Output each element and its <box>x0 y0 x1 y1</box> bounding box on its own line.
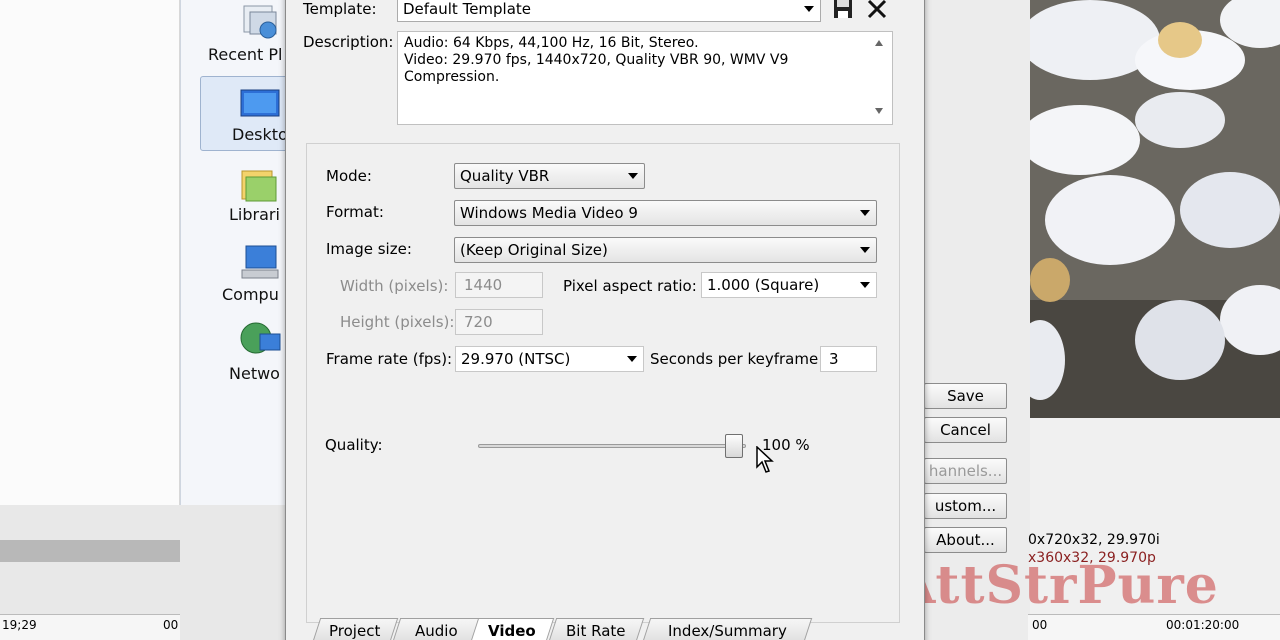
quality-slider-track[interactable] <box>478 444 746 448</box>
template-value: Default Template <box>403 0 532 18</box>
save-template-icon[interactable] <box>832 0 854 20</box>
chevron-down-icon <box>860 247 870 253</box>
left-timeline-ruler: 19;29 00 <box>0 614 180 640</box>
left-scrollbar-strip[interactable] <box>0 540 180 562</box>
tab-bit-rate[interactable]: Bit Rate <box>547 618 645 640</box>
format-dropdown[interactable]: Windows Media Video 9 <box>454 200 877 226</box>
right-ruler-start: 00 <box>1032 618 1048 632</box>
pixel-aspect-value: 1.000 (Square) <box>707 276 820 294</box>
height-input[interactable]: 720 <box>455 309 543 335</box>
libraries-icon <box>241 170 277 202</box>
description-box[interactable]: Audio: 64 Kbps, 44,100 Hz, 16 Bit, Stere… <box>397 31 893 125</box>
save-button[interactable]: Save <box>924 383 1007 409</box>
image-size-dropdown[interactable]: (Keep Original Size) <box>454 237 877 263</box>
height-label: Height (pixels): <box>340 313 455 331</box>
about-button[interactable]: About... <box>924 527 1007 553</box>
nav-item-libraries[interactable]: Librari <box>229 205 280 224</box>
left-timecode: 19;29 <box>2 618 37 632</box>
description-label: Description: <box>303 33 394 51</box>
description-line: Video: 29.970 fps, 1440x720, Quality VBR… <box>404 52 789 68</box>
width-label: Width (pixels): <box>340 277 449 295</box>
desktop-icon <box>240 89 280 117</box>
frame-rate-value: 29.970 (NTSC) <box>461 350 571 368</box>
channels-button[interactable]: hannels... <box>924 458 1007 484</box>
format-value: Windows Media Video 9 <box>460 204 638 222</box>
frame-rate-label: Frame rate (fps): <box>326 350 453 368</box>
image-size-value: (Keep Original Size) <box>460 241 608 259</box>
computer-icon <box>241 245 279 279</box>
mode-value: Quality VBR <box>460 167 550 185</box>
left-timecode-2: 00 <box>163 618 179 632</box>
file-list-pane <box>0 0 180 505</box>
tab-index-summary[interactable]: Index/Summary <box>641 618 813 640</box>
recent-places-icon <box>243 5 277 39</box>
nav-item-desktop[interactable]: Deskto <box>232 125 288 144</box>
watermark-text: AttStrPure <box>895 555 1219 616</box>
template-combo[interactable]: Default Template <box>397 0 821 22</box>
mode-label: Mode: <box>326 167 372 185</box>
quality-slider-thumb[interactable] <box>725 434 743 458</box>
frame-rate-dropdown[interactable]: 29.970 (NTSC) <box>455 346 644 372</box>
tab-strip: Project Audio Video Bit Rate Index/Summa… <box>306 618 900 640</box>
cancel-button[interactable]: Cancel <box>924 417 1007 443</box>
keyframe-label: Seconds per keyframe: <box>650 350 824 368</box>
image-size-label: Image size: <box>326 240 412 258</box>
delete-template-icon[interactable] <box>866 0 888 20</box>
mouse-cursor-icon <box>756 446 774 473</box>
keyframe-input[interactable]: 3 <box>820 346 877 372</box>
quality-label: Quality: <box>325 436 383 454</box>
width-input[interactable]: 1440 <box>455 272 543 298</box>
nav-item-computer[interactable]: Compu <box>222 285 279 304</box>
scroll-up-icon[interactable] <box>875 40 883 46</box>
right-ruler-time: 00:01:20:00 <box>1166 618 1240 632</box>
tab-audio[interactable]: Audio <box>391 618 481 640</box>
pixel-aspect-dropdown[interactable]: 1.000 (Square) <box>701 272 877 298</box>
description-line: Compression. <box>404 69 500 85</box>
right-timeline-ruler: 00 00:01:20:00 <box>1028 614 1280 640</box>
render-info-line-1: 0x720x32, 29.970i <box>1028 532 1160 548</box>
network-icon <box>240 322 281 354</box>
video-preview-image <box>1030 0 1280 418</box>
chevron-down-icon <box>860 210 870 216</box>
description-line: Audio: 64 Kbps, 44,100 Hz, 16 Bit, Stere… <box>404 35 699 51</box>
chevron-down-icon <box>627 356 637 362</box>
chevron-down-icon <box>804 6 814 12</box>
format-label: Format: <box>326 203 384 221</box>
nav-item-recent-places[interactable]: Recent Pl <box>208 45 282 64</box>
template-label: Template: <box>303 0 377 18</box>
chevron-down-icon <box>860 282 870 288</box>
mode-dropdown[interactable]: Quality VBR <box>454 163 645 189</box>
pixel-aspect-label: Pixel aspect ratio: <box>563 277 697 295</box>
chevron-down-icon <box>628 173 638 179</box>
tab-video[interactable]: Video <box>469 618 555 640</box>
custom-button[interactable]: ustom... <box>924 493 1007 519</box>
tab-project[interactable]: Project <box>311 618 399 640</box>
nav-item-network[interactable]: Netwo <box>229 364 280 383</box>
scroll-down-icon[interactable] <box>875 108 883 114</box>
